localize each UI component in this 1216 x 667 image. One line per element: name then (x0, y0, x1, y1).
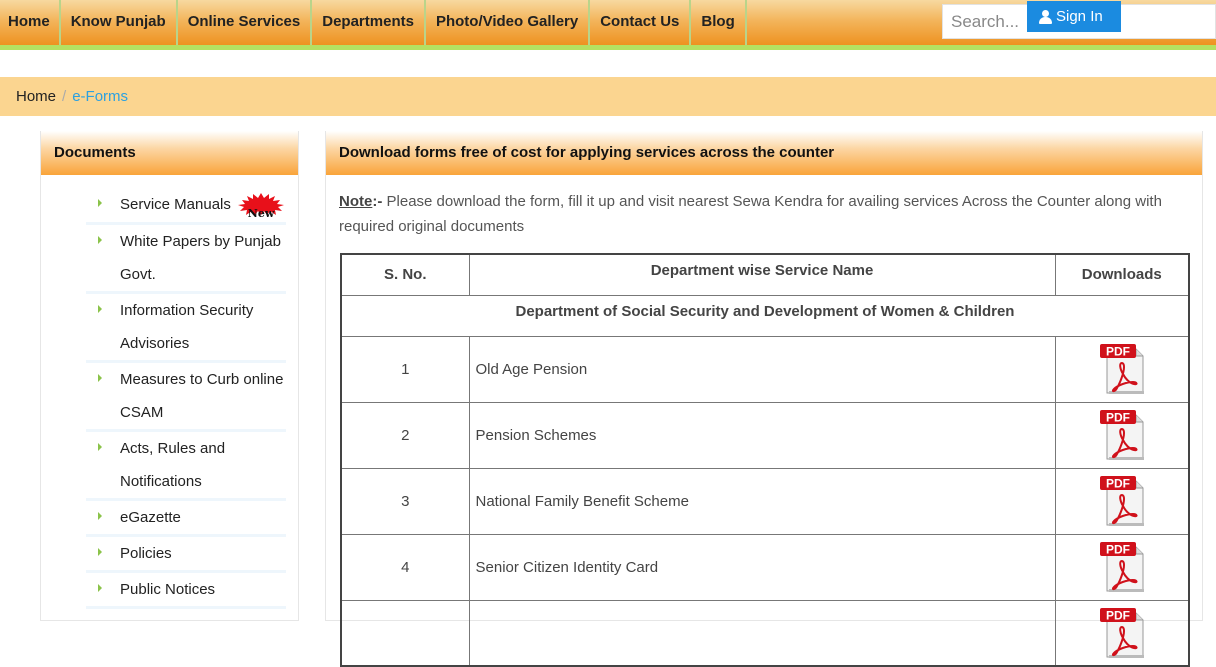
nav-online-services[interactable]: Online Services (178, 0, 313, 45)
breadcrumb-home[interactable]: Home (16, 88, 56, 105)
arrow-icon (98, 374, 102, 382)
department-row: Department of Social Security and Develo… (340, 294, 1190, 337)
arrow-icon (98, 305, 102, 313)
table-header-row: S. No. Department wise Service Name Down… (340, 253, 1190, 296)
arrow-icon (98, 199, 102, 207)
svg-text:PDF: PDF (1106, 345, 1130, 359)
nav-departments[interactable]: Departments (312, 0, 426, 45)
nav-know-punjab[interactable]: Know Punjab (61, 0, 178, 45)
row-download[interactable]: PDF (1054, 335, 1190, 403)
documents-title: Documents (41, 131, 298, 175)
row-download[interactable]: PDF (1054, 467, 1190, 535)
row-service-name (468, 599, 1056, 667)
doc-item-label: Measures to Curb online CSAM (120, 371, 284, 421)
forms-panel: Download forms free of cost for applying… (325, 131, 1203, 667)
doc-item-public-notices[interactable]: Public Notices (86, 573, 286, 609)
sign-in-button[interactable]: Sign In (1027, 1, 1121, 32)
top-nav: Home Know Punjab Online Services Departm… (0, 0, 1216, 45)
nav-photo-video-gallery[interactable]: Photo/Video Gallery (426, 0, 591, 45)
arrow-icon (98, 548, 102, 556)
new-badge: New (237, 193, 285, 220)
doc-item-policies[interactable]: Policies (86, 537, 286, 573)
table-row: PDF (340, 599, 1190, 667)
doc-item-egazette[interactable]: eGazette (86, 501, 286, 537)
table-row: 1 Old Age Pension PDF (340, 335, 1190, 403)
pdf-icon[interactable]: PDF (1098, 343, 1146, 395)
arrow-icon (98, 236, 102, 244)
documents-list: Service Manuals New White Papers by Punj… (86, 188, 286, 609)
pdf-icon[interactable]: PDF (1098, 475, 1146, 527)
row-sno: 2 (340, 401, 470, 469)
breadcrumb: Home / e-Forms (0, 77, 1216, 116)
doc-item-label: eGazette (120, 509, 181, 526)
doc-item-label: Acts, Rules and Notifications (120, 440, 226, 490)
row-sno: 4 (340, 533, 470, 601)
doc-item-information-security[interactable]: Information Security Advisories (86, 294, 286, 363)
doc-item-acts-rules[interactable]: Acts, Rules and Notifications (86, 432, 286, 501)
pdf-icon[interactable]: PDF (1098, 409, 1146, 461)
doc-item-label: Information Security Advisories (120, 302, 254, 352)
nav-blog[interactable]: Blog (691, 0, 747, 45)
svg-text:PDF: PDF (1106, 608, 1130, 622)
table-row: 2 Pension Schemes PDF (340, 401, 1190, 469)
table-row: 4 Senior Citizen Identity Card PDF (340, 533, 1190, 601)
row-sno (340, 599, 470, 667)
doc-item-label: Public Notices (120, 581, 216, 598)
svg-text:PDF: PDF (1106, 543, 1130, 557)
doc-item-white-papers[interactable]: White Papers by Punjab Govt. (86, 225, 286, 294)
search-input[interactable] (951, 5, 1031, 38)
row-service-name: Pension Schemes (468, 401, 1056, 469)
arrow-icon (98, 584, 102, 592)
pdf-icon[interactable]: PDF (1098, 541, 1146, 593)
doc-item-label: Policies (120, 545, 172, 562)
doc-item-service-manuals[interactable]: Service Manuals New (86, 188, 286, 225)
nav-menu: Home Know Punjab Online Services Departm… (0, 0, 747, 45)
row-download[interactable]: PDF (1054, 401, 1190, 469)
nav-divider (0, 45, 1216, 50)
header-downloads: Downloads (1054, 253, 1190, 296)
row-service-name: National Family Benefit Scheme (468, 467, 1056, 535)
note-label: Note (339, 193, 373, 210)
row-sno: 3 (340, 467, 470, 535)
header-service-name: Department wise Service Name (468, 253, 1056, 296)
department-name: Department of Social Security and Develo… (340, 294, 1190, 337)
svg-text:PDF: PDF (1106, 477, 1130, 491)
arrow-icon (98, 512, 102, 520)
sign-in-label: Sign In (1056, 8, 1103, 25)
header-sno: S. No. (340, 253, 470, 296)
arrow-icon (98, 443, 102, 451)
forms-title: Download forms free of cost for applying… (326, 131, 1202, 175)
table-row: 3 National Family Benefit Scheme PDF (340, 467, 1190, 535)
note-separator: :- (372, 193, 383, 210)
documents-panel: Documents Service Manuals New White Pape… (40, 131, 299, 621)
row-sno: 1 (340, 335, 470, 403)
row-download[interactable]: PDF (1054, 533, 1190, 601)
nav-home[interactable]: Home (0, 0, 61, 45)
row-service-name: Senior Citizen Identity Card (468, 533, 1056, 601)
user-icon (1039, 9, 1052, 24)
pdf-icon[interactable]: PDF (1098, 607, 1146, 659)
nav-contact-us[interactable]: Contact Us (590, 0, 692, 45)
breadcrumb-current: e-Forms (72, 88, 129, 105)
note-body: Please download the form, fill it up and… (339, 193, 1162, 235)
doc-item-csam[interactable]: Measures to Curb online CSAM (86, 363, 286, 432)
forms-table: S. No. Department wise Service Name Down… (340, 253, 1190, 667)
row-service-name: Old Age Pension (468, 335, 1056, 403)
row-download[interactable]: PDF (1054, 599, 1190, 667)
svg-text:PDF: PDF (1106, 411, 1130, 425)
breadcrumb-separator: / (62, 88, 67, 105)
note-text: Note:- Please download the form, fill it… (339, 189, 1179, 239)
doc-item-label: Service Manuals (120, 196, 231, 213)
doc-item-label: White Papers by Punjab Govt. (120, 233, 281, 283)
